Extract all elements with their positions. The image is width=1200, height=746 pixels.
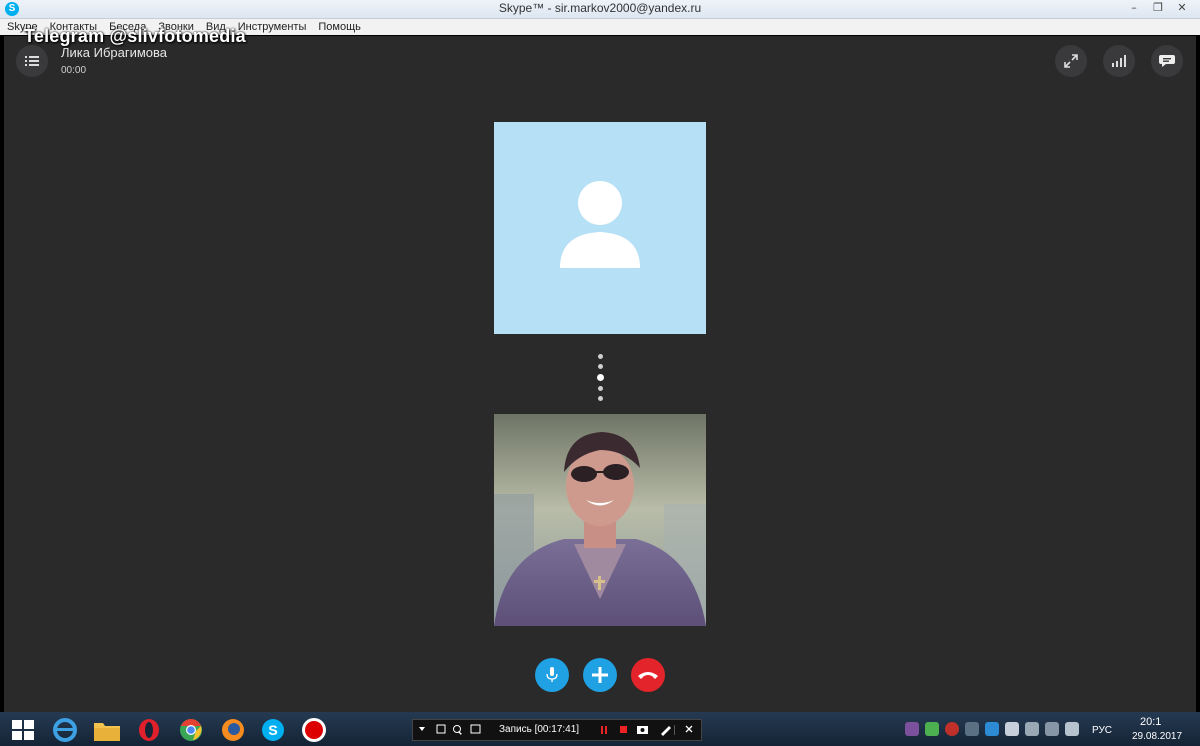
add-participant-button[interactable] [583, 658, 617, 692]
hang-up-icon [638, 672, 658, 679]
plus-icon [592, 667, 608, 683]
start-button[interactable] [8, 716, 38, 744]
clock-date[interactable]: 29.08.2017 [1132, 731, 1182, 742]
screen-recorder-toolbar: Запись [00:17:41] [412, 719, 702, 741]
network-icon[interactable] [1045, 722, 1059, 736]
call-duration: 00:00 [61, 65, 87, 76]
input-language[interactable]: РУС [1092, 725, 1112, 736]
window-controls: – ❐ ✕ [1124, 1, 1192, 15]
microphone-icon [546, 667, 558, 682]
svg-text:S: S [268, 722, 277, 738]
mute-microphone-button[interactable] [535, 658, 569, 692]
volume-icon[interactable] [1065, 722, 1079, 736]
viber-icon[interactable] [905, 722, 919, 736]
taskbar-recorder-app[interactable] [299, 716, 329, 744]
signal-bars-icon [1112, 55, 1126, 67]
firefox-icon [222, 719, 244, 741]
opera-icon [139, 719, 159, 741]
folder-icon [94, 723, 120, 741]
menu-button[interactable] [16, 45, 48, 77]
telegram-watermark: Telegram @slivfotomedia [24, 26, 246, 46]
chrome-icon [180, 719, 202, 741]
self-video-preview [494, 414, 706, 626]
chat-button[interactable] [1151, 45, 1183, 77]
default-avatar-icon [560, 181, 640, 268]
call-area: Лика Ибрагимова 00:00 Telegram @slivfoto… [4, 26, 1196, 712]
chat-bubble-icon [1159, 55, 1175, 67]
windows-logo-icon [12, 720, 34, 740]
menu-help[interactable]: Помощь [311, 19, 366, 35]
record-icon [302, 718, 326, 742]
taskbar-skype[interactable]: S [258, 716, 288, 744]
recorder-controls[interactable] [591, 720, 701, 740]
call-quality-button[interactable] [1103, 45, 1135, 77]
close-button[interactable]: ✕ [1172, 1, 1192, 15]
tools-icon[interactable] [1025, 722, 1039, 736]
taskbar-internet-explorer[interactable] [50, 716, 80, 744]
taskbar-firefox[interactable] [218, 716, 248, 744]
maximize-button[interactable]: ❐ [1148, 1, 1168, 15]
app-tray-icon[interactable] [925, 722, 939, 736]
flag-icon[interactable] [1005, 722, 1019, 736]
clock-time[interactable]: 20:1 [1140, 716, 1161, 728]
expand-icon [1064, 54, 1078, 68]
internet-explorer-icon [53, 718, 77, 742]
end-call-button[interactable] [631, 658, 665, 692]
skype-icon: S [262, 719, 284, 741]
window-title-bar: S Skype™ - sir.markov2000@yandex.ru – ❐ … [0, 0, 1200, 19]
video-frame [494, 414, 706, 626]
fullscreen-button[interactable] [1055, 45, 1087, 77]
minimize-button[interactable]: – [1124, 1, 1144, 15]
participant-separator [596, 354, 604, 406]
taskbar-explorer[interactable] [92, 716, 122, 744]
contact-avatar-tile [494, 122, 706, 334]
system-tray [905, 722, 1079, 736]
steam-icon[interactable] [965, 722, 979, 736]
taskbar-opera[interactable] [134, 716, 164, 744]
recorder-tools-icons[interactable] [415, 720, 495, 740]
window-title: Skype™ - sir.markov2000@yandex.ru [498, 1, 702, 15]
recording-status: Запись [00:17:41] [499, 724, 580, 735]
record-tray-icon[interactable] [945, 722, 959, 736]
tray-app-g-icon[interactable] [985, 722, 999, 736]
list-icon [25, 56, 39, 66]
taskbar-chrome[interactable] [176, 716, 206, 744]
contact-name: Лика Ибрагимова [61, 45, 168, 60]
